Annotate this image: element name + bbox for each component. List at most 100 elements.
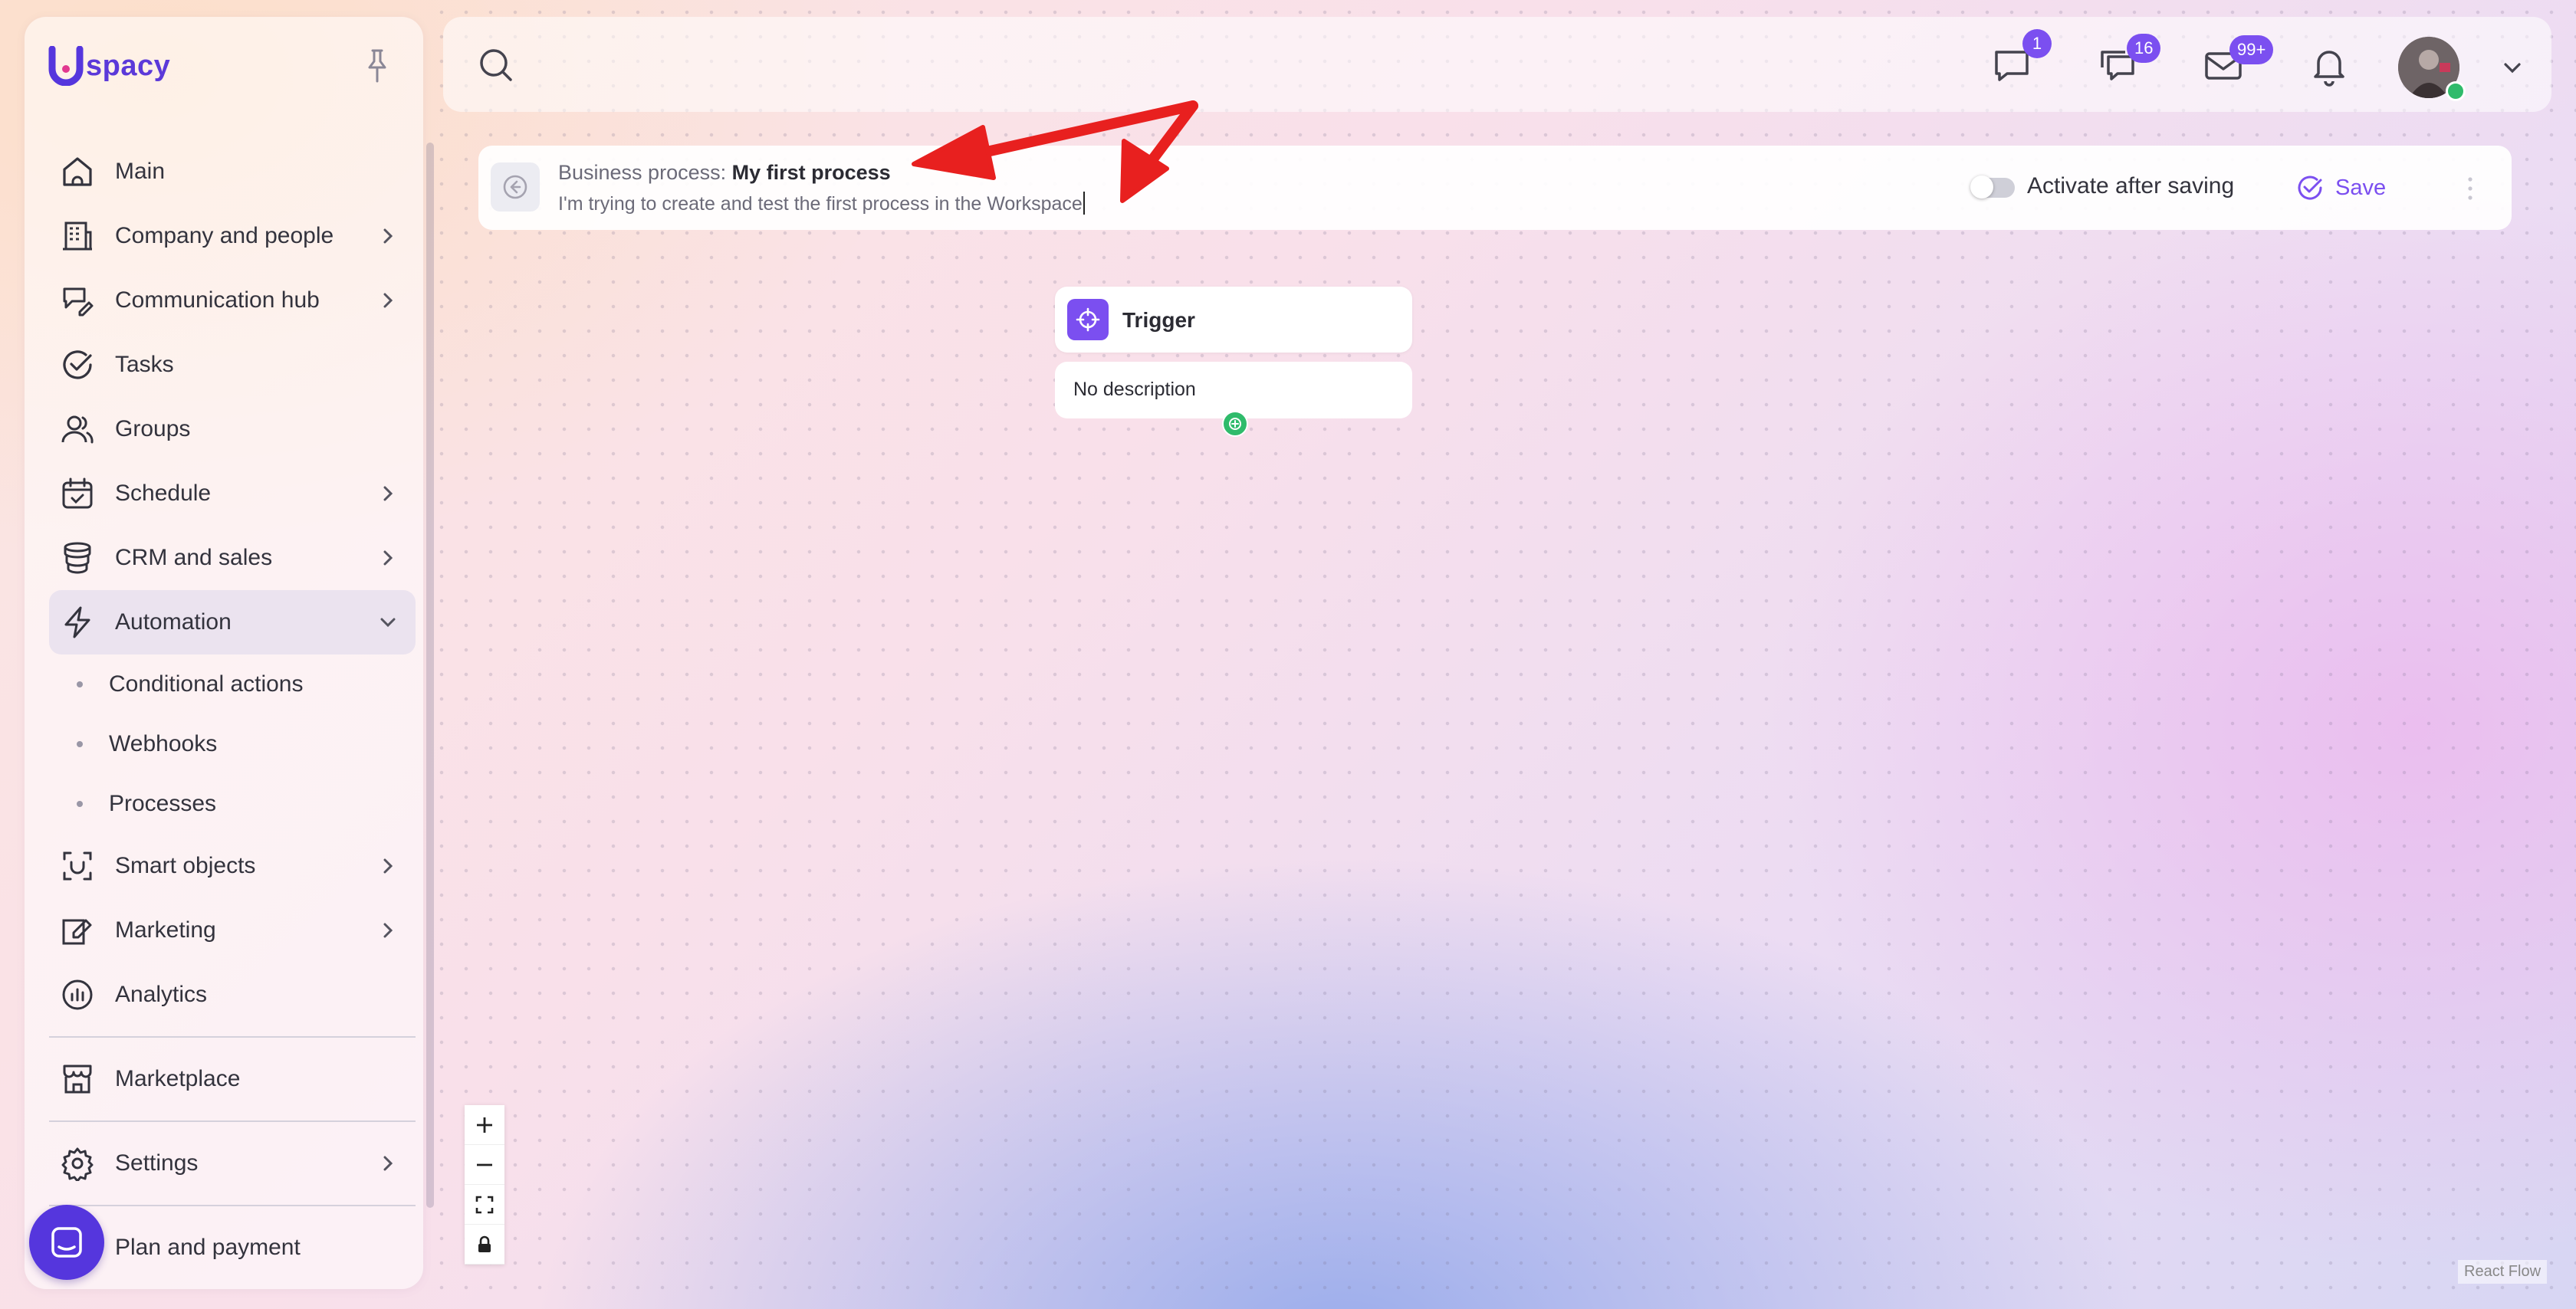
sidebar-subitem-label: Processes <box>109 791 217 816</box>
sidebar-subitem-processes[interactable]: Processes <box>49 774 416 834</box>
online-status-dot <box>2446 81 2466 101</box>
sidebar-item-plan-payment[interactable]: Plan and payment <box>49 1216 416 1280</box>
chat-edit-icon <box>58 281 97 320</box>
sidebar-item-automation[interactable]: Automation <box>49 590 416 654</box>
sidebar-item-analytics[interactable]: Analytics <box>49 963 416 1027</box>
process-description[interactable]: I'm trying to create and test the first … <box>558 193 1083 215</box>
plus-icon <box>477 1117 492 1133</box>
arrow-left-circle-icon <box>503 175 527 199</box>
logo-u-icon <box>48 46 84 86</box>
zoom-out-button[interactable] <box>465 1145 504 1185</box>
sidebar-item-label: Marketplace <box>115 1066 241 1091</box>
chevron-right-icon <box>383 923 393 938</box>
process-title[interactable]: Business process: My first process <box>558 161 891 185</box>
sidebar-item-label: CRM and sales <box>115 545 273 570</box>
chevron-right-icon <box>383 1156 393 1171</box>
chart-icon <box>58 976 97 1014</box>
sidebar-subitem-conditional-actions[interactable]: Conditional actions <box>49 654 416 714</box>
back-button[interactable] <box>491 162 540 212</box>
flow-controls <box>465 1105 504 1265</box>
sidebar-subitem-label: Webhooks <box>109 731 218 756</box>
logo-text: spacy <box>86 49 171 82</box>
process-name[interactable]: My first process <box>732 161 891 184</box>
add-node-handle[interactable] <box>1222 411 1248 437</box>
sidebar-item-tasks[interactable]: Tasks <box>49 333 416 397</box>
chevron-down-icon <box>380 618 396 628</box>
megaphone-icon <box>58 911 97 950</box>
fit-view-button[interactable] <box>465 1185 504 1225</box>
sidebar-item-label: Smart objects <box>115 853 256 878</box>
sidebar-item-crm[interactable]: CRM and sales <box>49 526 416 590</box>
sidebar-item-main[interactable]: Main <box>49 139 416 204</box>
mail-badge: 99+ <box>2229 35 2274 64</box>
zoom-in-button[interactable] <box>465 1105 504 1145</box>
bullet-dot <box>77 801 83 807</box>
lock-button[interactable] <box>465 1225 504 1265</box>
support-chat-button[interactable] <box>29 1205 104 1280</box>
process-description-field[interactable]: I'm trying to create and test the first … <box>558 192 1085 215</box>
divider <box>49 1120 416 1122</box>
sidebar-subitem-webhooks[interactable]: Webhooks <box>49 714 416 774</box>
store-icon <box>58 1060 97 1098</box>
chevron-right-icon <box>383 858 393 874</box>
bullet-dot <box>77 681 83 687</box>
minus-icon <box>477 1163 492 1166</box>
divider <box>49 1036 416 1038</box>
chevron-right-icon <box>383 228 393 244</box>
sidebar-item-label: Analytics <box>115 982 208 1007</box>
sidebar-nav: Main Company and people Communication hu… <box>49 139 416 1280</box>
process-header: Business process: My first process I'm t… <box>478 146 2512 230</box>
gear-icon <box>58 1144 97 1183</box>
sidebar-item-marketplace[interactable]: Marketplace <box>49 1047 416 1111</box>
calendar-icon <box>58 474 97 513</box>
save-label: Save <box>2335 175 2387 200</box>
crosshair-icon <box>1067 299 1109 340</box>
building-icon <box>58 217 97 255</box>
text-cursor <box>1083 192 1085 215</box>
trigger-description: No description <box>1073 379 1196 400</box>
logo[interactable]: spacy <box>48 43 170 89</box>
process-title-prefix: Business process: <box>558 161 727 184</box>
chevron-right-icon <box>383 550 393 566</box>
react-flow-attribution[interactable]: React Flow <box>2458 1260 2548 1284</box>
check-circle-icon <box>2298 176 2322 200</box>
trigger-description-box[interactable]: No description <box>1055 362 1412 418</box>
sidebar-item-communication-hub[interactable]: Communication hub <box>49 268 416 333</box>
bell-icon[interactable] <box>2308 44 2351 87</box>
chevron-down-icon[interactable] <box>2499 55 2525 81</box>
chats-badge: 16 <box>2127 34 2161 63</box>
pin-icon[interactable] <box>362 48 393 84</box>
sidebar-item-label: Schedule <box>115 481 212 506</box>
sidebar-item-label: Marketing <box>115 917 216 943</box>
activate-toggle[interactable] <box>1970 176 2015 198</box>
chat-widget-icon <box>51 1227 82 1258</box>
more-vertical-icon[interactable] <box>2464 173 2476 204</box>
sidebar-item-schedule[interactable]: Schedule <box>49 461 416 526</box>
sidebar-item-groups[interactable]: Groups <box>49 397 416 461</box>
sidebar-item-label: Communication hub <box>115 287 320 313</box>
sidebar-item-label: Tasks <box>115 352 174 377</box>
activate-label: Activate after saving <box>2027 173 2235 198</box>
users-icon <box>58 410 97 448</box>
fit-view-icon <box>475 1196 494 1213</box>
sidebar-subitem-label: Conditional actions <box>109 671 304 697</box>
sidebar-item-settings[interactable]: Settings <box>49 1131 416 1196</box>
database-icon <box>58 539 97 577</box>
sidebar-item-label: Plan and payment <box>115 1235 301 1260</box>
save-button[interactable]: Save <box>2295 169 2386 207</box>
sidebar-item-marketing[interactable]: Marketing <box>49 898 416 963</box>
sidebar-item-label: Groups <box>115 416 191 441</box>
divider <box>49 1205 416 1206</box>
trigger-node[interactable]: Trigger <box>1055 287 1412 353</box>
sidebar-item-label: Settings <box>115 1150 199 1176</box>
sidebar: spacy Main Company and people Communicat… <box>25 17 434 1289</box>
sidebar-item-smart-objects[interactable]: Smart objects <box>49 834 416 898</box>
sidebar-item-label: Company and people <box>115 223 334 248</box>
check-circle-icon <box>58 346 97 384</box>
sidebar-scrollbar[interactable] <box>426 143 434 1208</box>
lightning-icon <box>58 603 97 641</box>
topbar: 1 16 99+ <box>443 17 2551 112</box>
search-icon[interactable] <box>477 46 515 84</box>
sidebar-item-company[interactable]: Company and people <box>49 204 416 268</box>
bullet-dot <box>77 741 83 747</box>
